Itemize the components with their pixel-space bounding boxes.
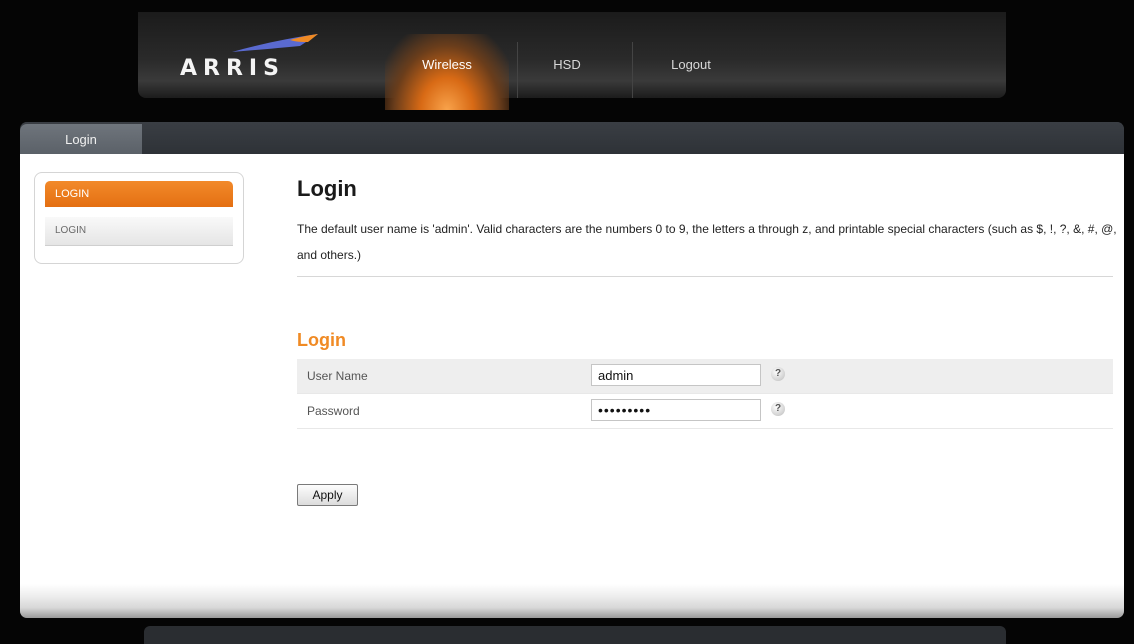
sidebar-item-login[interactable]: LOGIN [45,217,233,246]
nav-tab-logout[interactable]: Logout [633,34,749,110]
nav-tab-hsd[interactable]: HSD [519,34,615,110]
username-label: User Name [307,369,368,383]
tab-bar: Login [20,122,1124,154]
nav-tab-wireless[interactable]: Wireless [385,34,509,110]
nav-divider [517,42,518,98]
content-area: LOGIN LOGIN Login The default user name … [20,154,1124,584]
logo-swoosh-icon [232,34,318,52]
tab-login[interactable]: Login [20,124,142,154]
sidebar-menu: LOGIN LOGIN [34,172,244,264]
password-row: Password ? [297,394,1113,429]
brand-name: ARRIS [180,56,285,81]
section-title: Login [297,330,346,350]
intro-text: The default user name is 'admin'. Valid … [297,222,1117,262]
top-header: ARRIS Wireless HSD Logout [138,12,1006,110]
page-title: Login [297,176,357,201]
sidebar-item-label: LOGIN [55,225,87,236]
help-icon[interactable]: ? [771,402,785,416]
sidebar-heading: LOGIN [45,181,233,207]
main-panel: Login LOGIN LOGIN Login The default user… [20,122,1124,618]
arris-logo: ARRIS [180,32,318,82]
panel-footer [20,584,1124,618]
router-admin-screen: ARRIS Wireless HSD Logout Login LOGIN LO… [0,0,1134,644]
divider [297,276,1113,277]
username-row: User Name ? [297,359,1113,394]
username-input[interactable] [591,364,761,386]
password-label: Password [307,404,360,418]
footer-bar [144,626,1006,644]
help-icon[interactable]: ? [771,367,785,381]
sidebar-heading-label: LOGIN [55,188,90,200]
password-input[interactable] [591,399,761,421]
apply-button[interactable]: Apply [297,484,358,506]
